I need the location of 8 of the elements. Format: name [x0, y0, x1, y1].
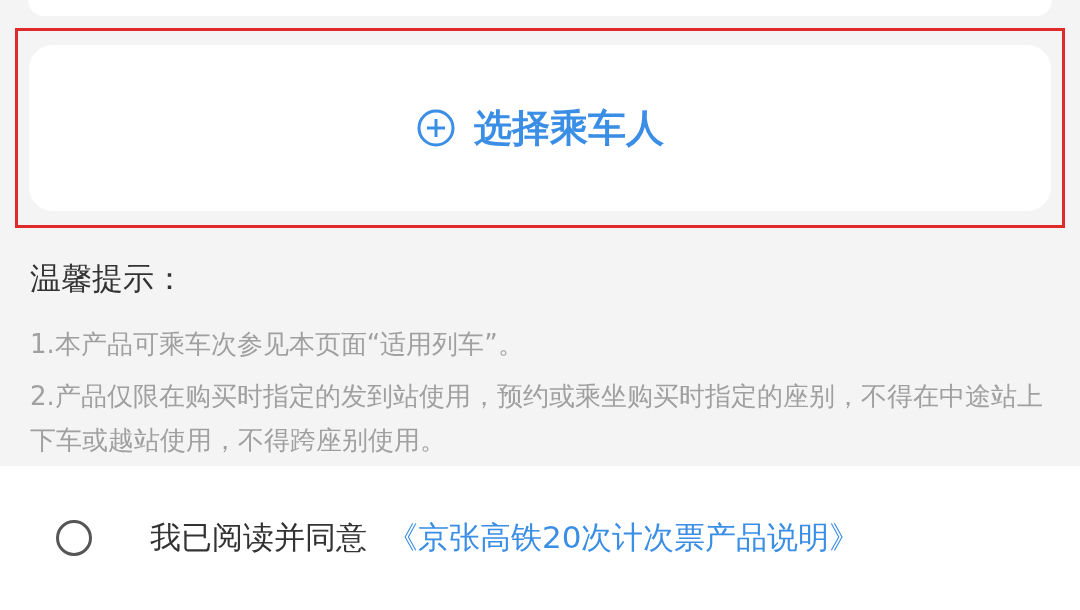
select-passenger-button[interactable]: 选择乘车人: [29, 45, 1051, 211]
tip-text: 2.产品仅限在购买时指定的发到站使用，预约或乘坐购买时指定的座别，不得在中途站上下车或越站使用，不得跨座别使用。: [30, 380, 1044, 457]
tips-title: 温馨提示：: [30, 259, 186, 298]
agree-label: 我已阅读并同意: [150, 518, 367, 557]
product-terms-link[interactable]: 《京张高铁20次计次票产品说明》: [387, 517, 861, 559]
agree-radio[interactable]: [56, 520, 92, 556]
add-icon: [416, 108, 456, 148]
tip-text: 1.本产品可乘车次参见本页面“适用列车”。: [30, 328, 525, 361]
